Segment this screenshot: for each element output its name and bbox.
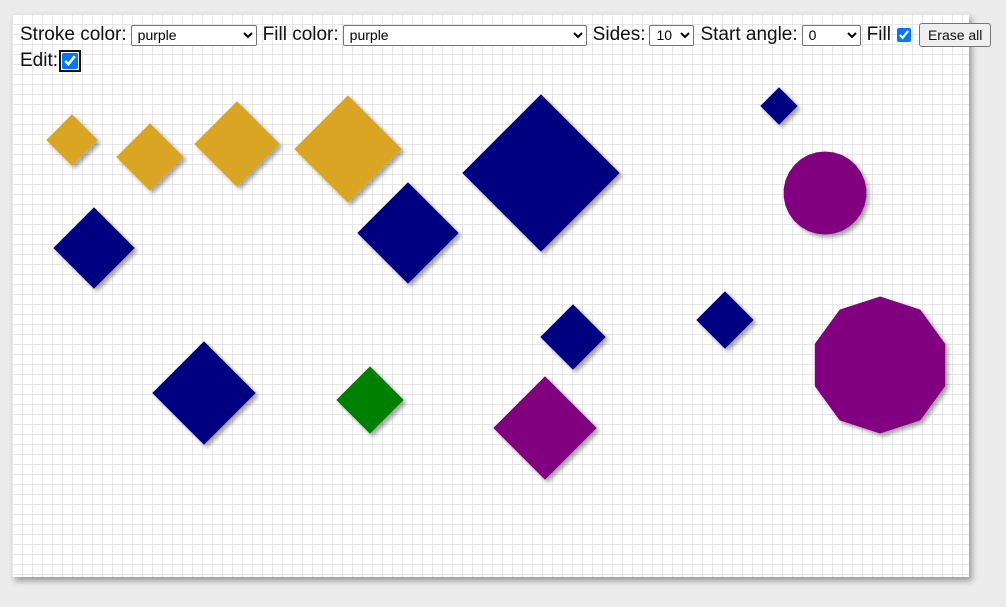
edit-label: Edit: xyxy=(20,50,59,71)
stroke-color-label: Stroke color: xyxy=(20,24,127,45)
purple-diamond[interactable] xyxy=(493,376,597,480)
shapes-layer[interactable] xyxy=(0,0,1006,607)
navy-diamond[interactable] xyxy=(760,87,798,125)
navy-diamond[interactable] xyxy=(696,291,754,349)
fill-color-select[interactable]: purple xyxy=(342,24,587,46)
fill-checkbox[interactable] xyxy=(896,28,911,42)
fill-checkbox-label: Fill xyxy=(866,24,891,45)
start-angle-label: Start angle: xyxy=(700,24,798,45)
erase-all-button[interactable]: Erase all xyxy=(918,23,992,47)
edit-checkbox[interactable] xyxy=(59,50,82,72)
purple-polygon[interactable] xyxy=(783,151,867,235)
fill-color-label: Fill color: xyxy=(262,24,339,45)
navy-diamond[interactable] xyxy=(53,207,135,289)
goldenrod-diamond[interactable] xyxy=(194,101,280,187)
navy-diamond[interactable] xyxy=(357,182,459,284)
toolbar: Stroke color: purple Fill color: purple … xyxy=(20,22,992,74)
goldenrod-diamond[interactable] xyxy=(116,123,184,191)
navy-diamond[interactable] xyxy=(152,341,256,445)
green-diamond[interactable] xyxy=(336,366,404,434)
goldenrod-diamond[interactable] xyxy=(294,95,402,203)
start-angle-select[interactable]: 0 xyxy=(801,24,861,46)
sides-label: Sides: xyxy=(592,24,646,45)
stroke-color-select[interactable]: purple xyxy=(130,24,257,46)
navy-diamond[interactable] xyxy=(462,94,620,252)
purple-decagon[interactable] xyxy=(814,296,946,434)
navy-diamond[interactable] xyxy=(540,304,606,370)
goldenrod-diamond[interactable] xyxy=(46,114,98,166)
sides-select[interactable]: 10 xyxy=(649,24,695,46)
